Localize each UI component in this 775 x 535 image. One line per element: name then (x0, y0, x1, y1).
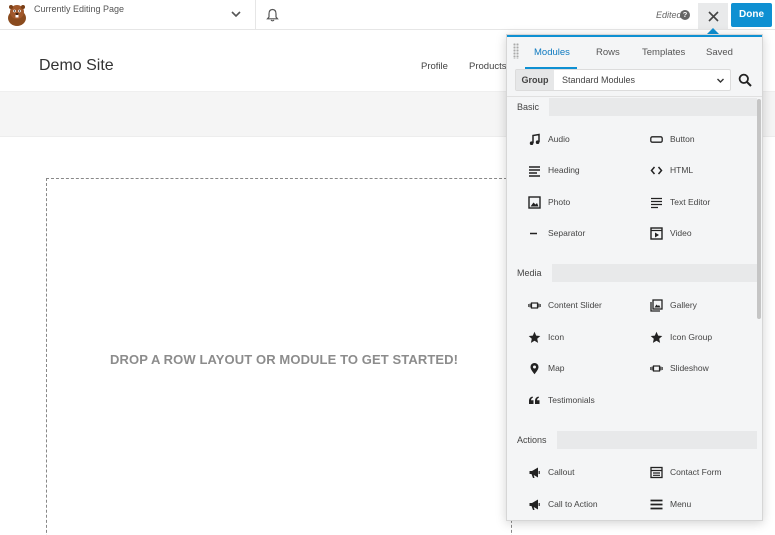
separator-icon (530, 232, 537, 235)
site-title[interactable]: Demo Site (39, 57, 114, 75)
contact-form-icon (650, 466, 663, 479)
music-note-icon (529, 133, 540, 145)
nav-link-products[interactable]: Products (469, 61, 507, 72)
nav-link-profile[interactable]: Profile (421, 61, 448, 72)
module-label: Button (670, 134, 695, 144)
beaver-logo-icon[interactable] (4, 2, 30, 28)
topbar-divider (255, 0, 256, 30)
module-label: Separator (548, 228, 586, 238)
page-builder-screen: Currently Editing Page Edited ? Done Dem… (0, 0, 775, 535)
module-label: Photo (548, 197, 571, 207)
megaphone-icon (529, 499, 540, 510)
tab-rows[interactable]: Rows (596, 47, 620, 58)
panel-divider (507, 96, 762, 97)
button-icon (650, 136, 663, 143)
module-label: Contact Form (670, 467, 722, 477)
drag-handle-icon[interactable] (513, 43, 519, 59)
section-title: Actions (507, 431, 557, 449)
module-label: Testimonials (548, 395, 595, 405)
search-icon[interactable] (738, 73, 752, 87)
section-header-basic: Basic (507, 98, 757, 116)
group-select-value: Standard Modules (562, 75, 636, 85)
module-label: Audio (548, 134, 570, 144)
close-icon (707, 10, 719, 22)
module-label: Text Editor (670, 197, 711, 207)
close-panel-button[interactable] (698, 3, 728, 29)
help-icon[interactable]: ? (680, 10, 690, 20)
chevron-down-icon[interactable] (230, 8, 242, 20)
section-title: Media (507, 264, 552, 282)
edited-status: Edited (656, 10, 682, 20)
module-label: Icon (548, 332, 565, 342)
video-icon (650, 227, 663, 240)
module-label: Icon Group (670, 332, 713, 342)
star-icon (528, 331, 541, 343)
content-slider-icon (528, 302, 541, 309)
group-select[interactable]: Group Standard Modules (515, 69, 731, 91)
tab-saved[interactable]: Saved (706, 47, 733, 58)
heading-icon (529, 166, 540, 177)
builder-top-bar: Currently Editing Page Edited ? Done (0, 0, 775, 30)
section-header-media: Media (507, 264, 757, 282)
currently-editing-label[interactable]: Currently Editing Page (34, 4, 124, 14)
map-pin-icon (530, 363, 539, 375)
bell-icon[interactable] (266, 8, 279, 22)
drop-zone-message: DROP A ROW LAYOUT OR MODULE TO GET START… (110, 352, 459, 367)
module-label: Gallery (670, 300, 697, 310)
star-icon (650, 331, 663, 343)
panel-accent-line (507, 35, 762, 37)
gallery-icon (650, 299, 663, 312)
tab-modules[interactable]: Modules (534, 47, 570, 58)
module-label: Slideshow (670, 363, 709, 373)
done-button[interactable]: Done (731, 3, 772, 27)
section-title: Basic (507, 98, 550, 116)
module-label: Map (548, 363, 565, 373)
slideshow-icon (650, 365, 663, 372)
module-label: Content Slider (548, 300, 602, 310)
tab-templates[interactable]: Templates (642, 47, 685, 58)
text-editor-icon (651, 197, 662, 209)
quote-icon (529, 396, 540, 404)
megaphone-icon (529, 467, 540, 478)
module-label: Menu (670, 499, 692, 509)
chevron-down-icon (717, 78, 724, 83)
menu-icon (650, 499, 663, 510)
module-label: Callout (548, 467, 575, 477)
group-select-label: Group (516, 70, 554, 90)
module-label: Call to Action (548, 499, 598, 509)
module-label: Video (670, 228, 692, 238)
section-header-actions: Actions (507, 431, 757, 449)
code-icon (650, 166, 663, 175)
photo-icon (528, 196, 541, 209)
content-panel: Modules Rows Templates Saved Group Stand… (506, 34, 763, 521)
panel-scrollbar[interactable] (757, 99, 761, 319)
module-label: Heading (548, 165, 580, 175)
module-label: HTML (670, 165, 694, 175)
